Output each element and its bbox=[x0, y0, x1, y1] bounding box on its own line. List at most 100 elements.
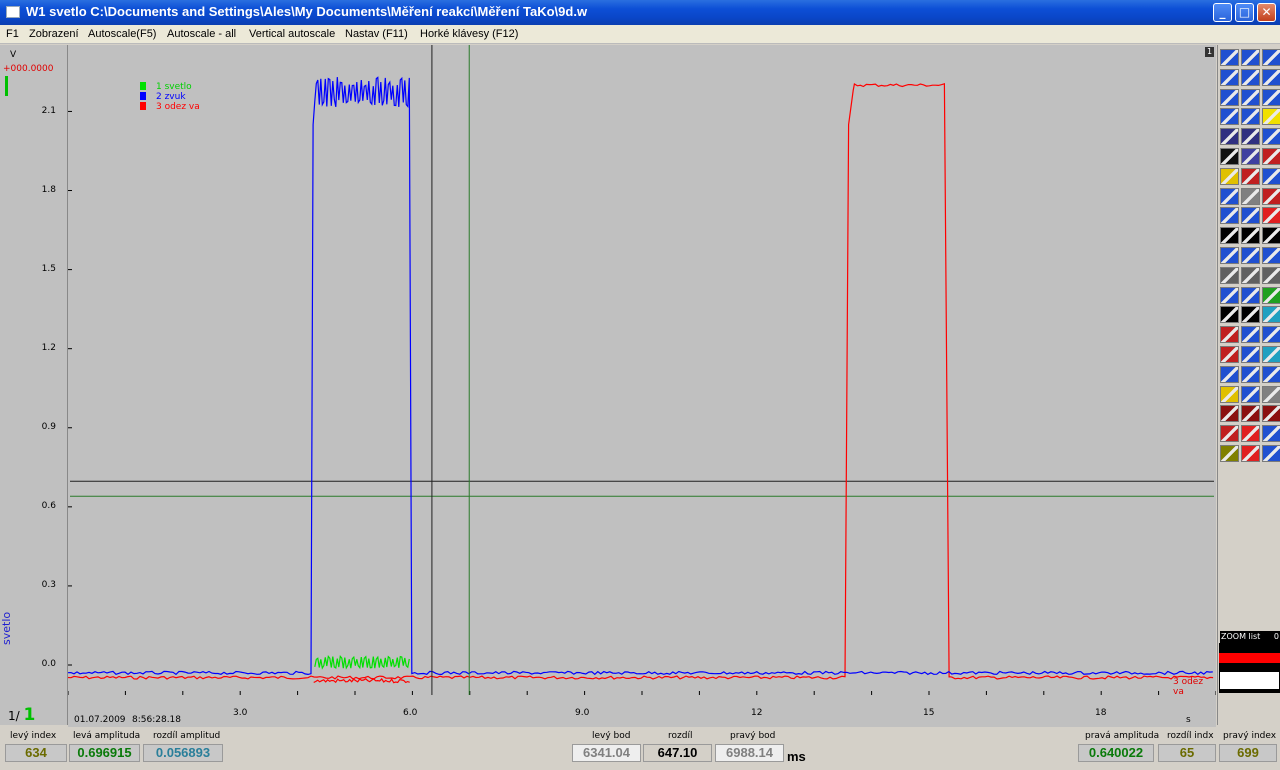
tool-button-r19-c2[interactable] bbox=[1241, 405, 1260, 423]
tool-button-r7-c3[interactable] bbox=[1262, 167, 1280, 185]
tool-button-r13-c1[interactable] bbox=[1220, 286, 1239, 304]
tool-button-r15-c2[interactable] bbox=[1241, 326, 1260, 344]
tool-button-r13-c2[interactable] bbox=[1241, 286, 1260, 304]
tool-button-r14-c1[interactable] bbox=[1220, 306, 1239, 324]
tool-button-r5-c3[interactable] bbox=[1262, 128, 1280, 146]
tool-button-r16-c2[interactable] bbox=[1241, 346, 1260, 363]
tool-button-r7-c1[interactable] bbox=[1220, 167, 1239, 185]
tool-button-r13-c3[interactable] bbox=[1262, 286, 1280, 304]
tool-button-r14-c3[interactable] bbox=[1262, 306, 1280, 324]
tool-button-r9-c1[interactable] bbox=[1220, 207, 1239, 225]
tool-icon bbox=[1242, 347, 1259, 362]
tool-button-r2-c2[interactable] bbox=[1241, 68, 1260, 86]
tool-button-r19-c3[interactable] bbox=[1262, 405, 1280, 423]
tool-button-r7-c2[interactable] bbox=[1241, 167, 1260, 185]
legend-item-svetlo[interactable]: 1 svetlo bbox=[140, 82, 192, 92]
tool-icon bbox=[1263, 446, 1280, 461]
tool-button-r6-c1[interactable] bbox=[1220, 148, 1239, 165]
menu-zobrazeni[interactable]: Zobrazení bbox=[29, 28, 79, 40]
tool-button-r12-c1[interactable] bbox=[1220, 266, 1239, 284]
menu-autoscale[interactable]: Autoscale(F5) bbox=[88, 28, 156, 40]
tool-button-r5-c2[interactable] bbox=[1241, 128, 1260, 146]
tool-button-r8-c3[interactable] bbox=[1262, 187, 1280, 205]
tool-icon bbox=[1221, 228, 1238, 244]
tool-button-r21-c1[interactable] bbox=[1220, 445, 1239, 462]
tool-button-r15-c3[interactable] bbox=[1262, 326, 1280, 344]
zoom-window[interactable] bbox=[1220, 672, 1279, 689]
tool-button-r20-c2[interactable] bbox=[1241, 425, 1260, 443]
tool-icon bbox=[1242, 69, 1259, 85]
tool-button-r11-c1[interactable] bbox=[1220, 247, 1239, 264]
plot-area[interactable]: 1 svetlo 2 zvuk 3 odez va 3 odez va bbox=[68, 45, 1216, 697]
menu-horke-klavesy[interactable]: Horké klávesy (F12) bbox=[420, 28, 518, 40]
tool-icon bbox=[1263, 129, 1280, 145]
tool-button-r17-c1[interactable] bbox=[1220, 365, 1239, 383]
tool-button-r15-c1[interactable] bbox=[1220, 326, 1239, 344]
rozdil-label: rozdíl bbox=[668, 731, 693, 741]
tool-button-r9-c2[interactable] bbox=[1241, 207, 1260, 225]
tool-button-r4-c2[interactable] bbox=[1241, 108, 1260, 126]
tool-button-r14-c2[interactable] bbox=[1241, 306, 1260, 324]
tool-button-r20-c1[interactable] bbox=[1220, 425, 1239, 443]
tool-button-r4-c3[interactable] bbox=[1262, 108, 1280, 126]
tool-button-r18-c3[interactable] bbox=[1262, 385, 1280, 403]
maximize-button[interactable]: □ bbox=[1235, 3, 1254, 22]
x-unit-label: s bbox=[1186, 715, 1191, 725]
legend-item-odezva[interactable]: 3 odez va bbox=[140, 102, 200, 112]
tool-button-r9-c3[interactable] bbox=[1262, 207, 1280, 225]
menu-vertical-autoscale[interactable]: Vertical autoscale bbox=[249, 28, 335, 40]
tool-button-r3-c2[interactable] bbox=[1241, 88, 1260, 106]
close-button[interactable]: ✕ bbox=[1257, 3, 1276, 22]
tool-button-r19-c1[interactable] bbox=[1220, 405, 1239, 423]
tool-button-r6-c2[interactable] bbox=[1241, 148, 1260, 165]
tool-button-r2-c1[interactable] bbox=[1220, 68, 1239, 86]
tool-icon bbox=[1221, 168, 1238, 184]
tool-button-r10-c1[interactable] bbox=[1220, 227, 1239, 245]
tool-icon bbox=[1221, 248, 1238, 263]
tool-button-r8-c2[interactable] bbox=[1241, 187, 1260, 205]
tool-button-r17-c3[interactable] bbox=[1262, 365, 1280, 383]
page-indicator-prefix: 1/ bbox=[8, 709, 20, 723]
zoom-red-band bbox=[1219, 653, 1280, 663]
tool-button-r3-c1[interactable] bbox=[1220, 88, 1239, 106]
tool-palette: ZOOM list 0 bbox=[1217, 45, 1280, 725]
tool-button-r11-c3[interactable] bbox=[1262, 247, 1280, 264]
tool-button-r18-c1[interactable] bbox=[1220, 385, 1239, 403]
menu-autoscale-all[interactable]: Autoscale - all bbox=[167, 28, 236, 40]
tool-button-r18-c2[interactable] bbox=[1241, 385, 1260, 403]
tool-button-r1-c1[interactable] bbox=[1220, 49, 1239, 66]
tool-icon bbox=[1221, 446, 1238, 461]
tool-button-r20-c3[interactable] bbox=[1262, 425, 1280, 443]
legend-item-zvuk[interactable]: 2 zvuk bbox=[140, 92, 186, 102]
tool-button-r10-c3[interactable] bbox=[1262, 227, 1280, 245]
tool-button-r16-c3[interactable] bbox=[1262, 346, 1280, 363]
title-bar[interactable]: W1 svetlo C:\Documents and Settings\Ales… bbox=[0, 0, 1280, 25]
tool-button-r21-c2[interactable] bbox=[1241, 445, 1260, 462]
tool-button-r1-c3[interactable] bbox=[1262, 49, 1280, 66]
minimize-button[interactable]: _ bbox=[1213, 3, 1232, 22]
tool-button-r21-c3[interactable] bbox=[1262, 445, 1280, 462]
tool-button-r4-c1[interactable] bbox=[1220, 108, 1239, 126]
tool-button-r17-c2[interactable] bbox=[1241, 365, 1260, 383]
tool-button-r6-c3[interactable] bbox=[1262, 148, 1280, 165]
tool-button-r5-c1[interactable] bbox=[1220, 128, 1239, 146]
tool-button-r11-c2[interactable] bbox=[1241, 247, 1260, 264]
rozdil-indx-value: 65 bbox=[1158, 744, 1216, 762]
tool-icon bbox=[1263, 366, 1280, 382]
zoom-overview[interactable] bbox=[1219, 643, 1280, 693]
tool-button-r1-c2[interactable] bbox=[1241, 49, 1260, 66]
tool-button-r16-c1[interactable] bbox=[1220, 346, 1239, 363]
tool-icon bbox=[1263, 287, 1280, 303]
pravy-bod-label: pravý bod bbox=[730, 731, 776, 741]
tool-button-r12-c3[interactable] bbox=[1262, 266, 1280, 284]
menu-f1[interactable]: F1 bbox=[6, 28, 19, 40]
menu-nastav[interactable]: Nastav (F11) bbox=[345, 28, 408, 40]
chart-svg[interactable] bbox=[68, 45, 1216, 695]
tool-button-r2-c3[interactable] bbox=[1262, 68, 1280, 86]
tool-button-r12-c2[interactable] bbox=[1241, 266, 1260, 284]
tool-icon bbox=[1242, 89, 1259, 105]
pravy-index-value: 699 bbox=[1219, 744, 1277, 762]
tool-button-r8-c1[interactable] bbox=[1220, 187, 1239, 205]
tool-button-r3-c3[interactable] bbox=[1262, 88, 1280, 106]
tool-button-r10-c2[interactable] bbox=[1241, 227, 1260, 245]
